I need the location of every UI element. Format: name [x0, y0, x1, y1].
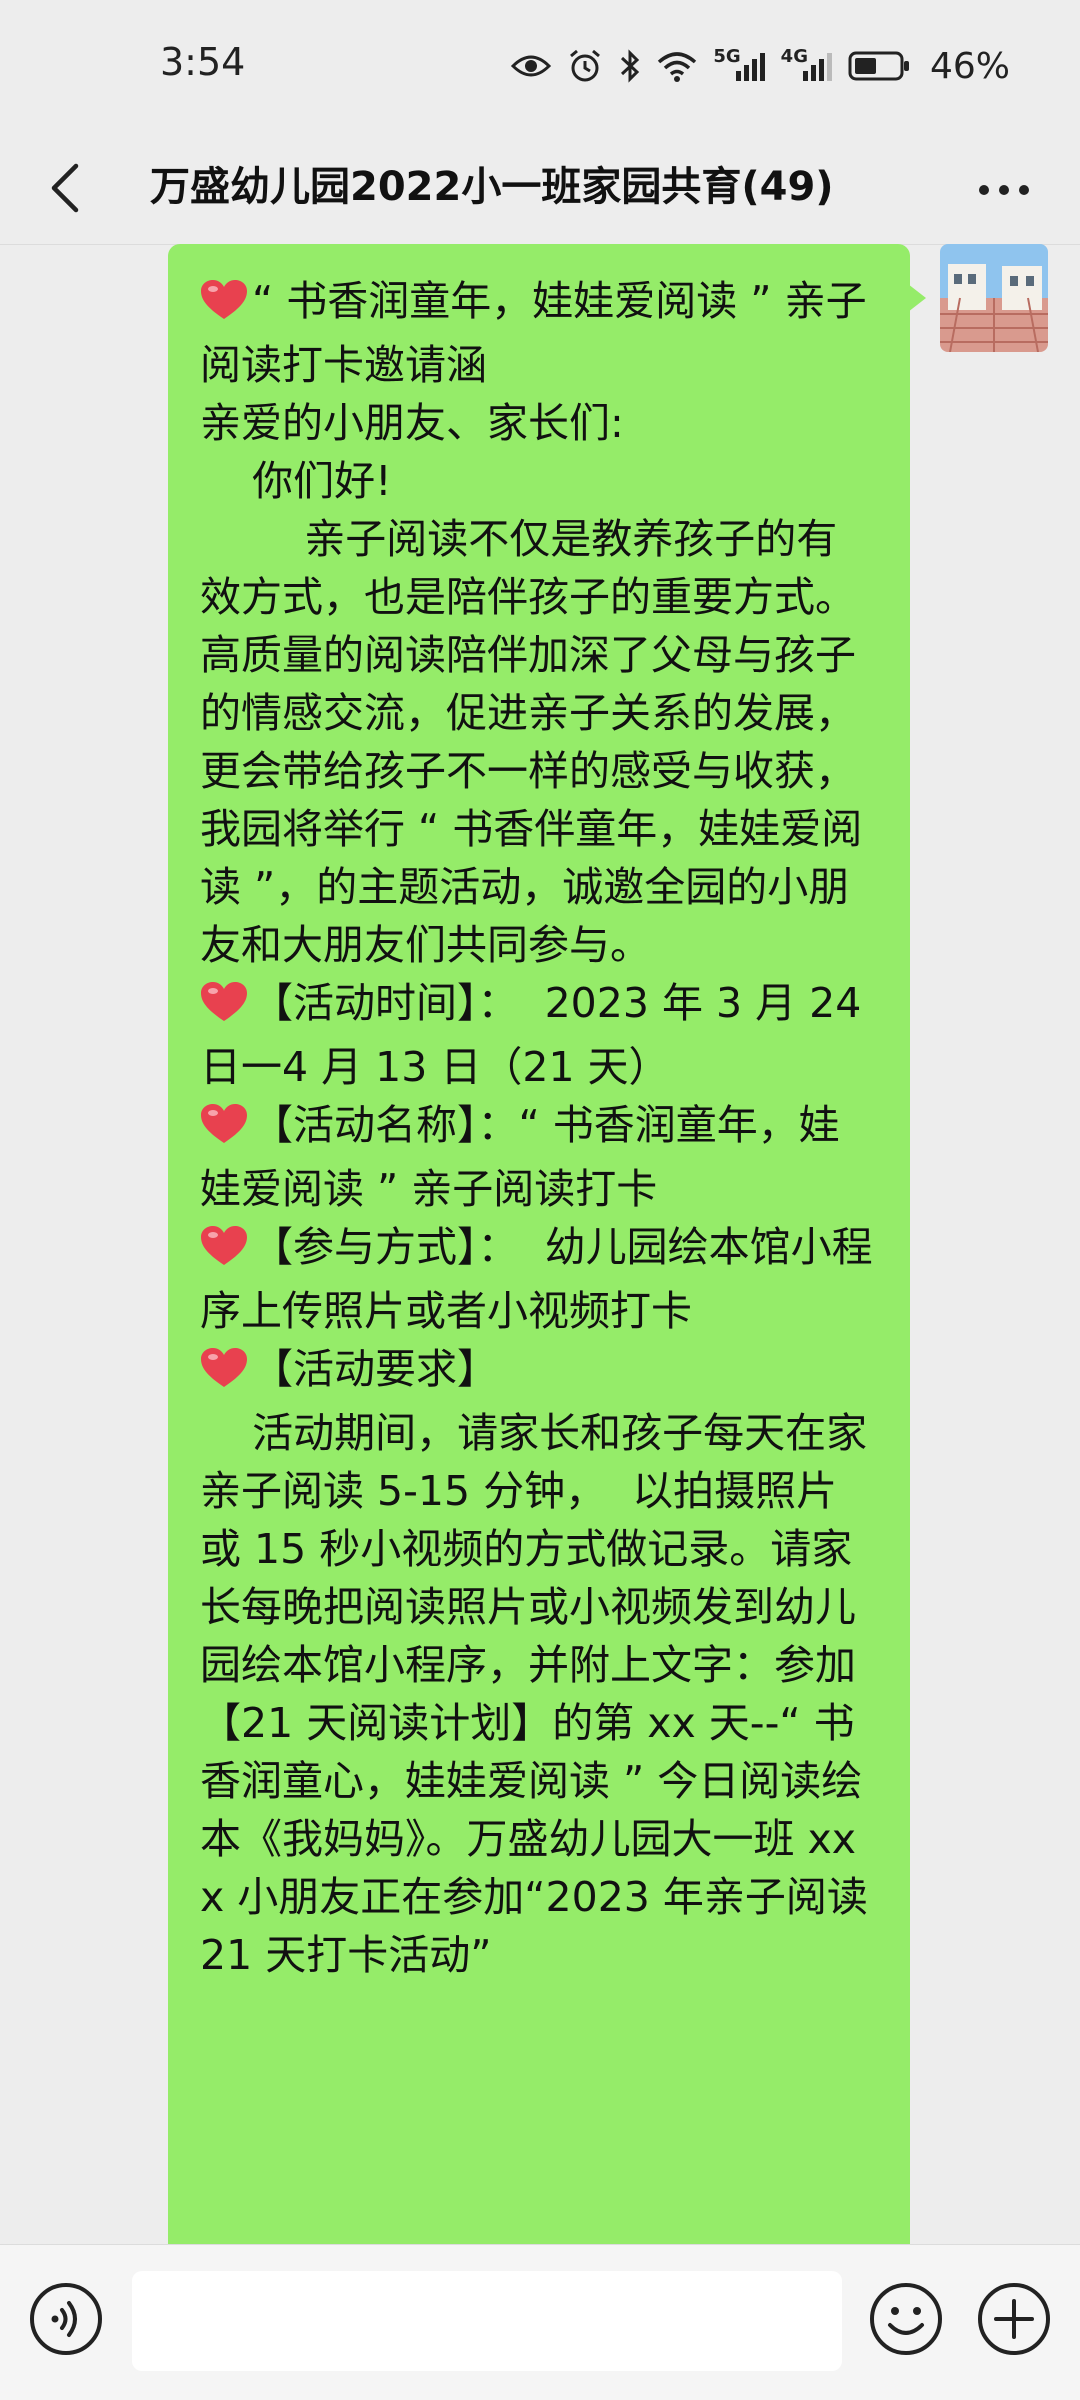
- heart-emoji-icon: [200, 1224, 248, 1282]
- chat-screen: 3:54 5G 4G 46% 万盛幼儿园2022小一班家园共育(49) “ 书香…: [0, 0, 1080, 2400]
- status-bar: 3:54 5G 4G 46%: [0, 0, 1080, 132]
- intro-paragraph: 亲子阅读不仅是教养孩子的有效方式，也是陪伴孩子的重要方式。高质量的阅读陪伴加深了…: [200, 515, 863, 969]
- voice-button[interactable]: [28, 2281, 104, 2357]
- chat-header: 万盛幼儿园2022小一班家园共育(49): [0, 132, 1080, 245]
- bluetooth-icon: [619, 48, 641, 84]
- message-bubble[interactable]: “ 书香润童年，娃娃爱阅读 ” 亲子阅读打卡邀请涵 亲爱的小朋友、家长们: 你们…: [168, 244, 926, 2244]
- wifi-icon: [657, 50, 697, 82]
- plus-icon: [978, 2283, 1050, 2355]
- participation-method: 【参与方式】： 幼儿园绘本馆小程序上传照片或者小视频打卡: [200, 1223, 873, 1335]
- message-line-1: “ 书香润童年，娃娃爱阅读 ” 亲子阅读打卡邀请涵: [200, 277, 867, 389]
- alarm-icon: [567, 48, 603, 84]
- signal-4g-icon: 4G: [781, 46, 832, 81]
- activity-requirements-text: 活动期间，请家长和孩子每天在家亲子阅读 5-15 分钟， 以拍摄照片或 15 秒…: [200, 1409, 881, 1979]
- voice-icon: [30, 2283, 102, 2355]
- chat-area[interactable]: “ 书香润童年，娃娃爱阅读 ” 亲子阅读打卡邀请涵 亲爱的小朋友、家长们: 你们…: [0, 244, 1080, 2244]
- status-time: 3:54: [160, 40, 246, 84]
- battery-icon: [848, 50, 910, 82]
- battery-percentage: 46%: [929, 45, 1010, 87]
- eye-icon: [511, 51, 552, 81]
- heart-emoji-icon: [200, 1102, 248, 1160]
- activity-name: 【活动名称】：“ 书香润童年，娃娃爱阅读 ” 亲子阅读打卡: [200, 1101, 840, 1213]
- sender-avatar[interactable]: [940, 244, 1048, 352]
- signal-5g-icon: 5G: [713, 46, 765, 81]
- more-button[interactable]: [968, 154, 1040, 226]
- plus-button[interactable]: [976, 2281, 1052, 2357]
- more-dots-icon: [979, 185, 1029, 195]
- message-input[interactable]: [132, 2271, 842, 2371]
- emoji-button[interactable]: [868, 2281, 944, 2357]
- back-chevron-icon: [51, 163, 79, 213]
- chat-title: 万盛幼儿园2022小一班家园共育(49): [150, 164, 834, 210]
- input-bar: [0, 2244, 1080, 2400]
- heart-emoji-icon: [200, 278, 248, 336]
- greeting-line: 亲爱的小朋友、家长们:: [200, 399, 624, 447]
- back-button[interactable]: [30, 152, 102, 224]
- activity-requirements-heading: 【活动要求】: [200, 1340, 878, 1404]
- status-icons: 5G 4G 46%: [511, 44, 1010, 88]
- heart-emoji-icon: [200, 980, 248, 1038]
- emoji-icon: [870, 2283, 942, 2355]
- hello-line: 你们好!: [200, 457, 392, 505]
- activity-time: 【活动时间】： 2023 年 3 月 24 日一4 月 13 日（21 天）: [200, 979, 875, 1091]
- heart-emoji-icon: [200, 1346, 248, 1404]
